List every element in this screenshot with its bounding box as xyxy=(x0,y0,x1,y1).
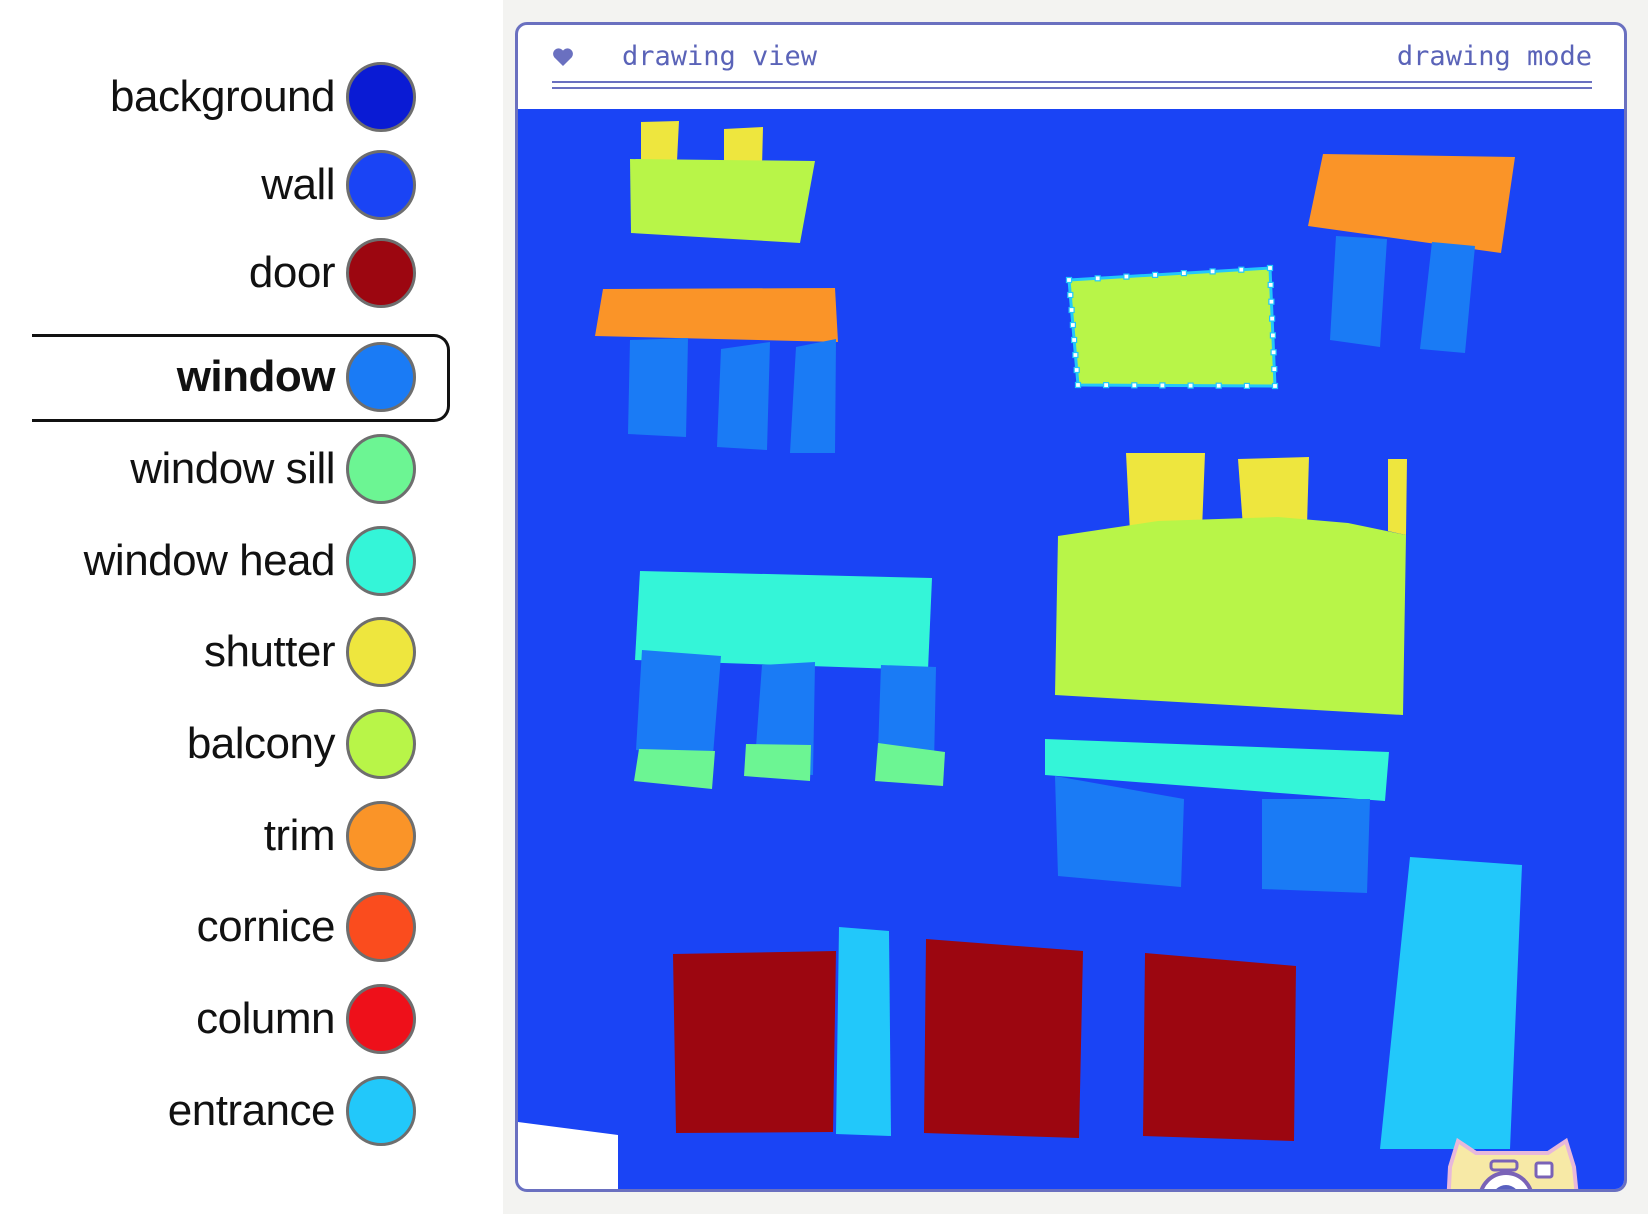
legend-item-entrance[interactable]: entrance xyxy=(0,1066,503,1156)
color-swatch[interactable] xyxy=(346,984,416,1054)
color-swatch[interactable] xyxy=(346,801,416,871)
vertex-handle[interactable] xyxy=(1069,321,1077,329)
vertex-handle[interactable] xyxy=(1159,382,1166,389)
color-swatch[interactable] xyxy=(346,526,416,596)
camera-icon[interactable] xyxy=(1436,1127,1588,1192)
legend-item-column[interactable]: column xyxy=(0,974,503,1064)
window-region[interactable] xyxy=(628,338,688,437)
color-swatch[interactable] xyxy=(346,709,416,779)
vertex-handle[interactable] xyxy=(1131,382,1138,389)
legend-item-shutter[interactable]: shutter xyxy=(0,607,503,697)
vertex-handle[interactable] xyxy=(1123,273,1130,280)
vertex-handle[interactable] xyxy=(1070,336,1078,344)
legend-item-trim[interactable]: trim xyxy=(0,791,503,881)
legend-label: balcony xyxy=(186,719,336,768)
color-swatch[interactable] xyxy=(346,342,416,412)
door-region[interactable] xyxy=(673,951,836,1133)
window-region[interactable] xyxy=(790,339,836,453)
vertex-handle[interactable] xyxy=(1215,382,1222,389)
window-titlebar: drawing view drawing mode xyxy=(518,25,1624,109)
vertex-handle[interactable] xyxy=(1102,382,1110,389)
vertex-handle[interactable] xyxy=(1067,291,1074,299)
vertex-handle[interactable] xyxy=(1271,366,1278,373)
vertex-handle[interactable] xyxy=(1266,264,1274,272)
workspace: drawing view drawing mode xyxy=(503,0,1648,1214)
trim-region[interactable] xyxy=(595,288,838,342)
vertex-handle[interactable] xyxy=(1267,281,1274,288)
window-region[interactable] xyxy=(717,342,770,450)
vertex-handle[interactable] xyxy=(1068,306,1075,314)
selected-polygon[interactable] xyxy=(1067,266,1277,388)
vertex-handle[interactable] xyxy=(1209,268,1216,275)
legend-label: window head xyxy=(83,536,336,585)
shutter-region[interactable] xyxy=(641,121,679,161)
color-swatch[interactable] xyxy=(346,150,416,220)
legend-label: background xyxy=(110,72,335,121)
balcony-region[interactable] xyxy=(630,159,815,243)
vertex-handle[interactable] xyxy=(1065,276,1073,284)
legend-label: entrance xyxy=(167,1086,336,1135)
drawing-canvas[interactable] xyxy=(518,109,1624,1192)
legend-item-wall[interactable]: wall xyxy=(0,140,503,230)
title-divider xyxy=(552,81,1592,83)
legend-label: wall xyxy=(261,160,335,209)
color-swatch[interactable] xyxy=(346,1076,416,1146)
vertex-handle[interactable] xyxy=(1271,382,1279,390)
title-divider xyxy=(552,87,1592,89)
color-swatch[interactable] xyxy=(346,434,416,504)
vertex-handle[interactable] xyxy=(1094,275,1101,282)
window-title: drawing view xyxy=(622,41,818,72)
door-region[interactable] xyxy=(924,939,1083,1138)
legend-label: shutter xyxy=(203,627,336,676)
vertex-handle[interactable] xyxy=(1072,351,1079,359)
legend-label: window xyxy=(176,352,336,401)
legend-label: trim xyxy=(263,811,336,860)
vertex-handle[interactable] xyxy=(1151,271,1159,278)
window-sill-region[interactable] xyxy=(744,744,811,781)
vertex-handle[interactable] xyxy=(1074,381,1082,389)
balcony-region[interactable] xyxy=(1055,517,1406,715)
color-swatch[interactable] xyxy=(346,238,416,308)
legend-label: column xyxy=(196,994,335,1043)
heart-icon xyxy=(553,48,573,66)
vertex-handle[interactable] xyxy=(1269,332,1277,339)
label-legend: background wall door window window sill … xyxy=(0,0,503,1214)
vertex-handle[interactable] xyxy=(1243,382,1251,389)
legend-item-balcony[interactable]: balcony xyxy=(0,699,503,789)
window-region[interactable] xyxy=(636,650,721,755)
window-region[interactable] xyxy=(1262,799,1370,893)
vertex-handle[interactable] xyxy=(1238,266,1245,273)
legend-label: door xyxy=(248,248,336,297)
vertex-handle[interactable] xyxy=(1268,298,1275,305)
legend-label: cornice xyxy=(196,902,336,951)
legend-item-window-head[interactable]: window head xyxy=(0,516,503,606)
entrance-region[interactable] xyxy=(836,927,891,1136)
shutter-region[interactable] xyxy=(1238,457,1309,527)
vertex-handle[interactable] xyxy=(1270,349,1277,356)
legend-item-cornice[interactable]: cornice xyxy=(0,882,503,972)
segmentation-canvas[interactable] xyxy=(518,109,1624,1192)
legend-item-window[interactable]: window xyxy=(0,332,503,422)
color-swatch[interactable] xyxy=(346,892,416,962)
door-region[interactable] xyxy=(1143,953,1296,1141)
legend-item-door[interactable]: door xyxy=(0,228,503,318)
legend-item-background[interactable]: background xyxy=(0,52,503,142)
vertex-handle[interactable] xyxy=(1180,270,1188,277)
vertex-handle[interactable] xyxy=(1268,315,1276,322)
shutter-region[interactable] xyxy=(1388,459,1407,535)
legend-item-window-sill[interactable]: window sill xyxy=(0,424,503,514)
drawing-view-window: drawing view drawing mode xyxy=(515,22,1627,1192)
vertex-handle[interactable] xyxy=(1187,382,1194,389)
color-swatch[interactable] xyxy=(346,617,416,687)
color-swatch[interactable] xyxy=(346,62,416,132)
vertex-handle[interactable] xyxy=(1073,366,1080,374)
window-region[interactable] xyxy=(1330,236,1387,347)
legend-label: window sill xyxy=(130,444,335,493)
mode-label[interactable]: drawing mode xyxy=(1397,41,1592,72)
